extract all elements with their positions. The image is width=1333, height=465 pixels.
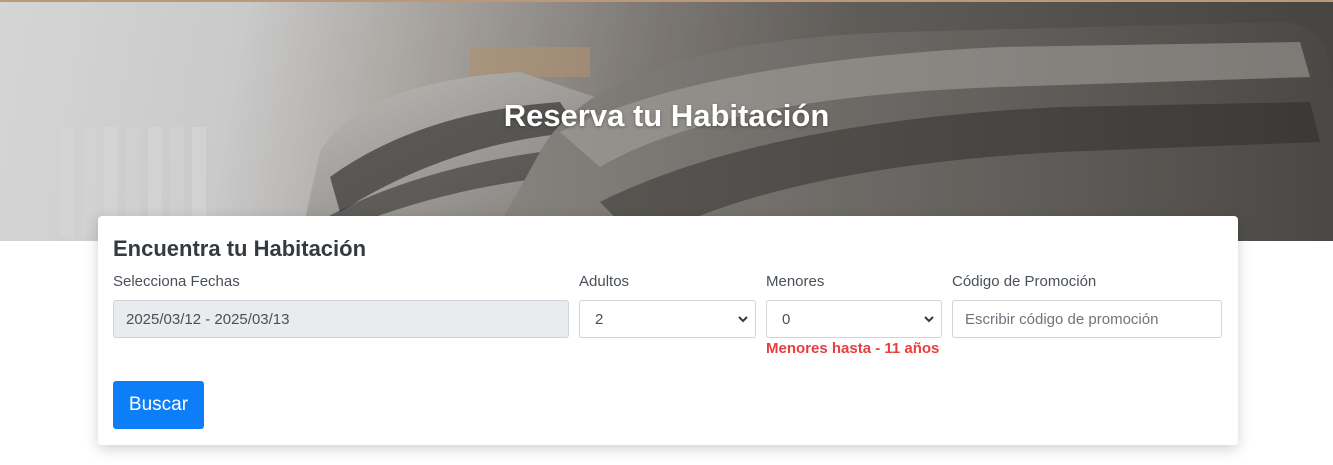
search-button[interactable]: Buscar [113,381,204,429]
children-selected-value: 0 [782,310,791,328]
chevron-down-icon [924,316,934,323]
date-range-field[interactable]: 2025/03/12 - 2025/03/13 [113,300,569,338]
children-select[interactable]: 0 [766,300,942,338]
adults-selected-value: 2 [595,310,604,328]
chevron-down-icon [738,316,748,323]
page-title: Reserva tu Habitación [503,98,830,133]
hero-banner: Reserva tu Habitación [0,0,1333,241]
date-range-value: 2025/03/12 - 2025/03/13 [126,310,290,328]
promo-label: Código de Promoción [952,273,1097,290]
dates-label: Selecciona Fechas [113,273,240,290]
room-search-card: Encuentra tu Habitación Selecciona Fecha… [98,216,1238,445]
adults-select[interactable]: 2 [579,300,756,338]
children-age-hint: Menores hasta - 11 años [766,340,940,357]
adults-label: Adultos [579,273,630,290]
promo-code-input[interactable] [952,300,1222,338]
card-title: Encuentra tu Habitación [113,236,367,261]
children-label: Menores [766,273,825,290]
